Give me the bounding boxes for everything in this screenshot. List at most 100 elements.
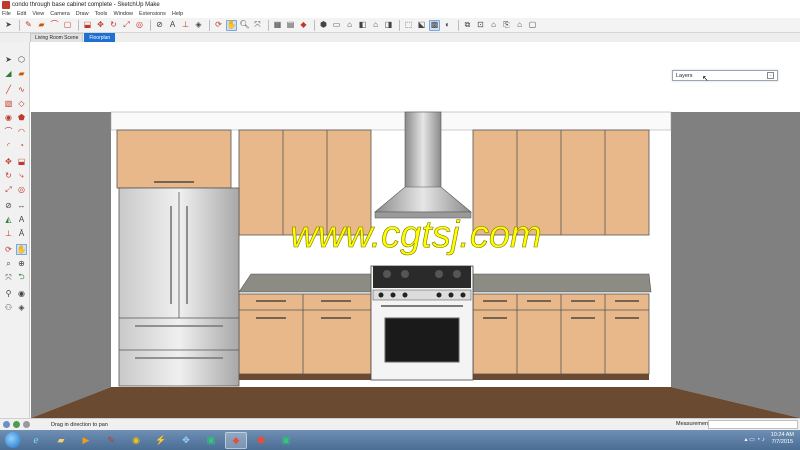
push-pull-icon[interactable]: ⬓ (16, 156, 27, 167)
xray-icon[interactable]: ⬚ (403, 20, 414, 31)
share-model-icon[interactable]: ▤ (285, 20, 296, 31)
menu-view[interactable]: View (32, 11, 44, 17)
menu-tools[interactable]: Tools (95, 11, 108, 17)
section-plane-icon[interactable]: ◈ (16, 302, 27, 313)
walk-icon[interactable]: ⚇ (3, 302, 14, 313)
polygon-icon[interactable]: ⬟ (16, 112, 27, 123)
menu-window[interactable]: Window (113, 11, 133, 17)
start-button[interactable] (5, 432, 21, 448)
protractor-icon[interactable]: ◭ (3, 214, 14, 225)
eraser-icon[interactable]: ▰ (36, 20, 47, 31)
geo-icon[interactable] (13, 421, 20, 428)
arc-icon[interactable]: ⌒ (3, 126, 14, 137)
pie-icon[interactable]: ◔ (16, 140, 27, 151)
camtasia-icon[interactable]: ▣ (200, 432, 222, 449)
dropbox-icon[interactable]: ✥ (175, 432, 197, 449)
three-point-arc-icon[interactable]: ◜ (3, 140, 14, 151)
scale-icon[interactable]: ⤢ (121, 20, 132, 31)
monochrome-icon[interactable]: ◐ (442, 20, 453, 31)
select-icon[interactable]: ➤ (3, 54, 14, 65)
eraser-icon[interactable]: ▰ (16, 68, 27, 79)
offset-icon[interactable]: ◎ (134, 20, 145, 31)
chrome-icon[interactable]: ◉ (125, 432, 147, 449)
media-player-icon[interactable]: ▶ (75, 432, 97, 449)
menu-draw[interactable]: Draw (76, 11, 89, 17)
make-component-icon[interactable]: ⬡ (16, 54, 27, 65)
materials-icon[interactable]: ⌂ (488, 20, 499, 31)
line-icon[interactable]: ╱ (3, 84, 14, 95)
rotated-rectangle-icon[interactable]: ◇ (16, 98, 27, 109)
zoom-icon[interactable]: ⌕ (3, 258, 14, 269)
select-tool-icon[interactable]: ➤ (3, 20, 14, 31)
two-point-arc-icon[interactable]: ◠ (16, 126, 27, 137)
position-camera-icon[interactable]: ⚲ (3, 288, 14, 299)
menu-extensions[interactable]: Extensions (139, 11, 166, 17)
pan-icon[interactable]: ✋ (226, 19, 237, 31)
rotate-icon[interactable]: ↻ (3, 170, 14, 181)
move-icon[interactable]: ✥ (95, 20, 106, 31)
shaded-textures-icon[interactable]: ▩ (429, 19, 440, 31)
layers-panel[interactable]: Layers ▫ (672, 70, 778, 81)
file-explorer-icon[interactable]: ▰ (50, 432, 72, 449)
info-icon[interactable] (3, 421, 10, 428)
clock[interactable]: 10:24 AM 7/7/2015 (771, 432, 794, 446)
measurements-field[interactable] (708, 420, 798, 429)
pencil-line-icon[interactable]: ✎ (23, 20, 34, 31)
wireframe-icon[interactable]: ⬕ (416, 20, 427, 31)
zoom-icon[interactable]: 🔍︎ (239, 20, 250, 31)
rectangle-icon[interactable]: ▧ (3, 98, 14, 109)
components-icon[interactable]: ⊡ (475, 20, 486, 31)
axes-icon[interactable]: ⊥ (3, 228, 14, 239)
dimension-icon[interactable]: ↔ (16, 200, 27, 211)
shapes-icon[interactable]: ▢ (62, 20, 73, 31)
iso-view-icon[interactable]: ⬢ (318, 20, 329, 31)
text-icon[interactable]: A (16, 214, 27, 225)
credits-icon[interactable] (23, 421, 30, 428)
front-view-icon[interactable]: ⌂ (344, 20, 355, 31)
menu-edit[interactable]: Edit (17, 11, 26, 17)
3d-text-icon[interactable]: Ā (16, 228, 27, 239)
styles-icon[interactable]: ⎘ (501, 20, 512, 31)
scale-icon[interactable]: ⤢ (3, 184, 14, 195)
text-icon[interactable]: A (167, 20, 178, 31)
tape-measure-icon[interactable]: ⊘ (3, 200, 14, 211)
3d-warehouse-icon[interactable]: ▦ (272, 20, 283, 31)
rotate-icon[interactable]: ↻ (108, 20, 119, 31)
freehand-icon[interactable]: ∿ (16, 84, 27, 95)
tab-living-room-scene[interactable]: Living Room Scene (30, 33, 84, 42)
internet-explorer-icon[interactable]: ℯ (25, 432, 47, 449)
axes-icon[interactable]: ⊥ (180, 20, 191, 31)
top-view-icon[interactable]: ▭ (331, 20, 342, 31)
orbit-icon[interactable]: ⟳ (3, 244, 14, 255)
push-pull-icon[interactable]: ⬓ (82, 20, 93, 31)
circle-icon[interactable]: ◉ (3, 112, 14, 123)
zoom-extents-icon[interactable]: ⤧ (3, 272, 14, 283)
zoom-window-icon[interactable]: ⊕ (16, 258, 27, 269)
tray-icons[interactable]: ▴ ▭ ◔ ♪ (744, 436, 764, 443)
menu-file[interactable]: File (2, 11, 11, 17)
section-plane-icon[interactable]: ◈ (193, 20, 204, 31)
follow-me-icon[interactable]: ⤷ (16, 170, 27, 181)
expand-icon[interactable]: ▫ (767, 72, 774, 79)
menu-help[interactable]: Help (172, 11, 183, 17)
3d-viewport[interactable]: www.cgtsj.com Layers ▫ ↖ (31, 42, 800, 418)
tab-floorplan[interactable]: Floorplan (84, 33, 116, 42)
orbit-icon[interactable]: ⟳ (213, 20, 224, 31)
acrobat-icon[interactable]: ⬟ (250, 432, 272, 449)
move-icon[interactable]: ✥ (3, 156, 14, 167)
sketchup-icon[interactable]: ◆ (225, 431, 247, 449)
app-icon[interactable]: ⚡ (150, 432, 172, 449)
left-view-icon[interactable]: ◨ (383, 20, 394, 31)
layers-icon[interactable]: ⌂ (514, 20, 525, 31)
paint-bucket-icon[interactable]: ◢ (3, 68, 14, 79)
extension-warehouse-icon[interactable]: ◆ (298, 20, 309, 31)
app-icon[interactable]: ✎ (100, 432, 122, 449)
arc-icon[interactable]: ⌒ (49, 20, 60, 31)
look-around-icon[interactable]: ◉ (16, 288, 27, 299)
pan-icon[interactable]: ✋ (16, 244, 27, 255)
back-view-icon[interactable]: ⌂ (370, 20, 381, 31)
menu-camera[interactable]: Camera (50, 11, 70, 17)
zoom-extents-icon[interactable]: ⤧ (252, 20, 263, 31)
right-view-icon[interactable]: ◧ (357, 20, 368, 31)
outliner-icon[interactable]: ▢ (527, 20, 538, 31)
